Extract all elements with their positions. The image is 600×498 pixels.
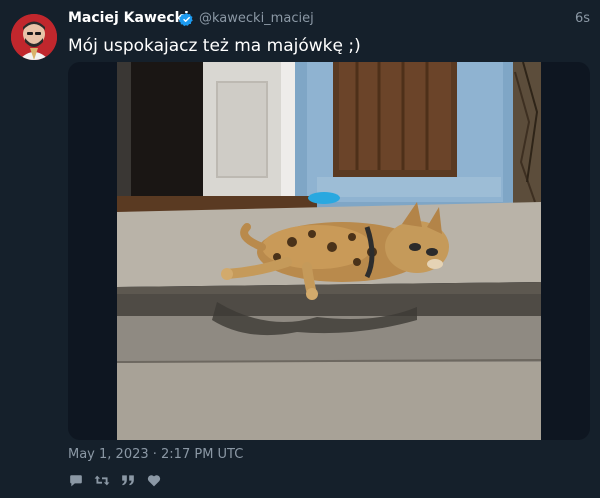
- tweet-card: Maciej Kawecki @kawecki_maciej 6s Mój us…: [0, 0, 600, 498]
- like-icon: [147, 474, 161, 486]
- quote-icon: [122, 475, 134, 486]
- cat-photo: [117, 62, 541, 440]
- author-name[interactable]: Maciej Kawecki: [68, 10, 189, 26]
- author-handle[interactable]: @kawecki_maciej: [199, 11, 314, 26]
- tweet-actions: [68, 472, 162, 488]
- verified-badge-icon: [179, 12, 193, 27]
- quote-button[interactable]: [120, 472, 136, 488]
- tweet-date[interactable]: May 1, 2023 · 2:17 PM UTC: [68, 447, 243, 462]
- avatar-image: [11, 14, 57, 60]
- reply-button[interactable]: [68, 472, 84, 488]
- retweet-icon: [94, 475, 110, 485]
- tweet-text: Mój uspokajacz też ma majówkę ;): [68, 36, 361, 56]
- like-button[interactable]: [146, 472, 162, 488]
- tweet-media[interactable]: [68, 62, 590, 440]
- avatar[interactable]: [11, 14, 57, 60]
- retweet-button[interactable]: [94, 472, 110, 488]
- tweet-timestamp[interactable]: 6s: [575, 11, 590, 26]
- reply-icon: [70, 474, 82, 486]
